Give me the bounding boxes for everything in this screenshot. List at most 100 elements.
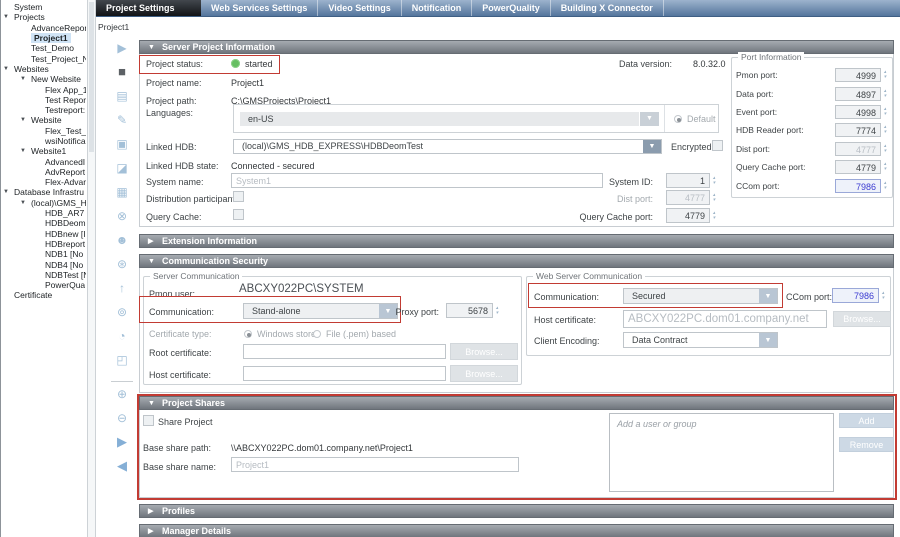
tree-item[interactable]: ▼ HDBDeom (1, 218, 86, 228)
tree-item[interactable]: ▼ Test_Project_N (1, 53, 86, 63)
tree-item[interactable]: ▼ Testreport: (1, 105, 86, 115)
query-cache-port-spinner[interactable]: 4779 ▴▾ (666, 208, 718, 223)
user-settings-icon[interactable]: ☻ (114, 234, 130, 258)
spinner-arrows-icon[interactable]: ▴▾ (881, 68, 889, 82)
spinner-arrows-icon[interactable]: ▴▾ (710, 173, 718, 188)
dist-port-input[interactable]: 4777 (666, 190, 710, 205)
dropdown-arrow-icon[interactable]: ▼ (643, 140, 661, 153)
port-spinner[interactable]: 4779 ▴▾ (835, 160, 889, 174)
spinner-arrows-icon[interactable]: ▴▾ (881, 142, 889, 156)
port-spinner[interactable]: 4999 ▴▾ (835, 68, 889, 82)
expander-icon[interactable]: ▼ (3, 66, 14, 72)
file-pem-radio[interactable] (313, 330, 321, 338)
tree-item[interactable]: ▼ HDB_AR7 [ (1, 208, 86, 218)
tree-item[interactable]: ▼ PowerQua (1, 280, 86, 290)
port-input[interactable]: 4999 (835, 68, 881, 82)
languages-dropdown-arrow-icon[interactable]: ▼ (640, 112, 659, 126)
tree-item[interactable]: ▼ AdvReport (1, 167, 86, 177)
forward-icon[interactable]: ▶ (114, 436, 130, 460)
languages-listbox[interactable]: en-US ▼ Default (233, 104, 719, 133)
gauge-icon[interactable]: ◔ (114, 330, 130, 354)
section-profiles[interactable]: ▶ Profiles (139, 504, 894, 518)
web-host-certificate-browse-button[interactable]: Browse... (833, 311, 891, 327)
system-name-input[interactable] (231, 173, 603, 188)
tab-powerquality[interactable]: PowerQuality (472, 0, 551, 16)
expand-icon[interactable]: ▶ (148, 525, 153, 537)
default-language-radio[interactable] (674, 115, 682, 123)
expander-icon[interactable]: ▼ (20, 117, 31, 123)
tree-item[interactable]: ▼ Test_Demo (1, 43, 86, 53)
client-encoding-dropdown[interactable]: Data Contract ▼ (623, 332, 778, 348)
spinner-arrows-icon[interactable]: ▴▾ (710, 190, 718, 205)
expander-icon[interactable]: ▼ (3, 189, 14, 195)
section-communication-security[interactable]: ▼ Communication Security (139, 254, 894, 268)
dropdown-arrow-icon[interactable]: ▼ (759, 289, 777, 303)
collapse-icon[interactable]: ▼ (148, 397, 155, 410)
encrypted-checkbox[interactable] (712, 140, 723, 151)
query-cache-port-input[interactable]: 4779 (666, 208, 710, 223)
upload-icon[interactable]: ↑ (114, 282, 130, 306)
start-project-icon[interactable]: ▶ (114, 42, 130, 66)
back-icon[interactable]: ◀ (114, 460, 130, 484)
tree-item[interactable]: ▼ Websites (1, 64, 86, 74)
expander-icon[interactable]: ▼ (3, 14, 14, 20)
collapse-icon[interactable]: ▼ (148, 255, 155, 268)
group-user-names-textarea[interactable] (609, 413, 834, 492)
expand-icon[interactable]: ▶ (148, 505, 153, 518)
tab-web-services-settings[interactable]: Web Services Settings (201, 0, 318, 16)
section-extension-information[interactable]: ▶ Extension Information (139, 234, 894, 248)
tree-item[interactable]: ▼ wsiNotifica (1, 136, 86, 146)
expand-icon[interactable]: ▶ (148, 235, 153, 248)
tree-item[interactable]: ▼ (local)\GMS_H (1, 198, 86, 208)
edit-display-icon[interactable]: ▣ (114, 138, 130, 162)
network-check-icon[interactable]: ⊛ (114, 258, 130, 282)
distribution-participant-checkbox[interactable] (233, 191, 244, 202)
tree-item[interactable]: ▼ Certificate (1, 290, 86, 300)
tree-item[interactable]: ▼ AdvanceRepor (1, 23, 86, 33)
spinner-arrows-icon[interactable]: ▴▾ (710, 208, 718, 223)
language-item[interactable]: en-US (240, 112, 639, 126)
tree-scrollbar[interactable] (87, 0, 96, 537)
spinner-arrows-icon[interactable]: ▴▾ (881, 179, 889, 193)
port-input[interactable]: 4998 (835, 105, 881, 119)
windows-store-radio[interactable] (244, 330, 252, 338)
tree-item[interactable]: ▼ NDB4 [No (1, 259, 86, 269)
query-cache-checkbox[interactable] (233, 209, 244, 220)
add-icon[interactable]: ⊕ (114, 388, 130, 412)
expander-icon[interactable]: ▼ (20, 76, 31, 82)
collapse-icon[interactable]: ▼ (148, 41, 155, 54)
remove-icon[interactable]: ⊖ (114, 412, 130, 436)
spinner-arrows-icon[interactable]: ▴▾ (881, 105, 889, 119)
dist-port-spinner[interactable]: 4777 ▴▾ (666, 190, 718, 205)
tab-notification[interactable]: Notification (402, 0, 473, 16)
section-project-shares[interactable]: ▼ Project Shares (139, 396, 894, 410)
tree-item[interactable]: ▼ HDBreport (1, 239, 86, 249)
spinner-arrows-icon[interactable]: ▴▾ (879, 288, 887, 303)
tree-item[interactable]: ▼ Flex-Advar (1, 177, 86, 187)
web-communication-dropdown[interactable]: Secured ▼ (623, 288, 778, 304)
port-input[interactable]: 4777 (835, 142, 881, 156)
tab-building-x-connector[interactable]: Building X Connector (551, 0, 664, 16)
proxy-port-spinner[interactable]: 5678 ▴▾ (446, 303, 501, 318)
ccom-port-input[interactable]: 7986 (832, 288, 879, 303)
export-report-icon[interactable]: ▤ (114, 90, 130, 114)
tree-item[interactable]: ▼ Website (1, 115, 86, 125)
port-spinner[interactable]: 7986 ▴▾ (835, 179, 889, 193)
root-certificate-browse-button[interactable]: Browse... (450, 343, 518, 360)
tree-scrollbar-thumb[interactable] (89, 2, 94, 152)
port-spinner[interactable]: 4777 ▴▾ (835, 142, 889, 156)
port-input[interactable]: 7986 (835, 179, 881, 193)
system-id-input[interactable]: 1 (666, 173, 710, 188)
edit-pencil-icon[interactable]: ✎ (114, 114, 130, 138)
ccom-port-spinner[interactable]: 7986 ▴▾ (832, 288, 887, 303)
tree-item[interactable]: ▼ Test Repor (1, 95, 86, 105)
tree-item[interactable]: ▼ Flex_Test_p (1, 126, 86, 136)
linked-hdb-dropdown[interactable]: (local)\GMS_HDB_EXPRESS\HDBDeomTest ▼ (233, 139, 662, 154)
add-button[interactable]: Add (839, 413, 894, 428)
tab-video-settings[interactable]: Video Settings (318, 0, 401, 16)
base-share-name-input[interactable] (231, 457, 519, 472)
port-input[interactable]: 7774 (835, 123, 881, 137)
expander-icon[interactable]: ▼ (20, 148, 31, 154)
stop-project-icon[interactable]: ■ (114, 66, 130, 90)
tree-item[interactable]: ▼ HDBnew [I (1, 229, 86, 239)
